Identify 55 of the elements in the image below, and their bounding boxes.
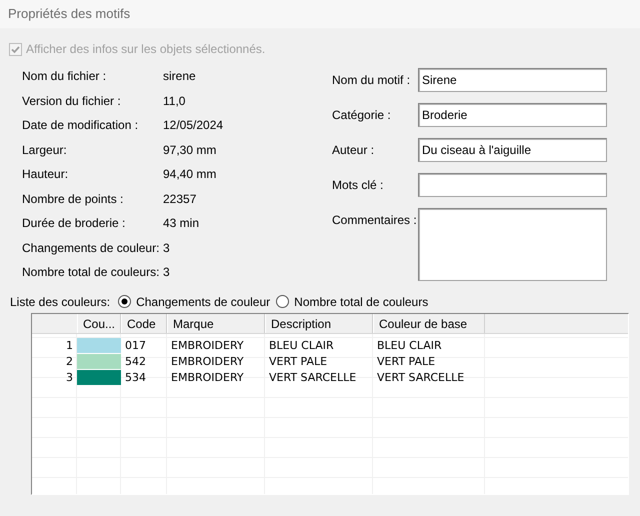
field-label: Catégorie : [332, 107, 392, 122]
info-value: 22357 [163, 192, 196, 206]
table-cell-text: 542 [124, 354, 147, 370]
checkbox-label: Afficher des infos sur les objets sélectionnés. [26, 42, 266, 56]
info-value: 94,40 mm [163, 167, 216, 182]
column-header[interactable]: Code [121, 314, 167, 332]
input-field[interactable]: Sirene [418, 68, 607, 92]
info-value: 3 [163, 265, 170, 280]
input-field[interactable]: Broderie [418, 103, 607, 127]
table-cell-text: BLEU CLAIR [268, 338, 335, 354]
table-cell-text: 534 [124, 370, 147, 386]
window-title: Propriétés des motifs [0, 0, 640, 29]
field-label: Commentaires : [332, 212, 418, 227]
table-cell-text: VERT SARCELLE [268, 370, 358, 386]
radio-label[interactable]: Changements de couleur [136, 294, 270, 308]
input-field[interactable] [418, 173, 607, 197]
color-list-label: Liste des couleurs: [10, 294, 110, 308]
row-number: 3 [65, 370, 74, 386]
info-label: Durée de broderie : [22, 216, 126, 230]
table-cell-text: VERT PALE [376, 354, 436, 370]
info-value: 97,30 mm [163, 142, 216, 157]
row-number: 2 [65, 354, 74, 370]
info-label: Changements de couleur: [22, 240, 160, 255]
radio-button[interactable] [118, 295, 132, 308]
info-label: Nombre de points : [22, 192, 124, 206]
column-header[interactable]: Cou... [77, 314, 121, 332]
info-value: 3 [163, 240, 170, 255]
table-cell-text: 017 [124, 338, 147, 354]
row-number: 1 [65, 338, 74, 354]
info-label: Date de modification : [22, 118, 140, 132]
info-value: 11,0 [163, 94, 186, 108]
info-value: 12/05/2024 [163, 118, 224, 132]
info-label: Largeur: [22, 142, 68, 157]
column-header[interactable]: Description [265, 314, 373, 332]
info-label: Version du fichier : [22, 94, 122, 108]
column-header[interactable]: Marque [167, 314, 265, 332]
field-label: Auteur : [332, 142, 376, 157]
field-label: Mots clé : [332, 177, 384, 192]
field-label: Nom du motif : [332, 72, 412, 87]
info-label: Hauteur: [22, 167, 70, 182]
info-label: Nombre total de couleurs: [22, 265, 160, 280]
table-cell-text: VERT SARCELLE [376, 370, 466, 386]
column-header[interactable]: Couleur de base [373, 314, 485, 332]
input-field[interactable]: Du ciseau à l'aiguille [418, 138, 607, 162]
radio-label[interactable]: Nombre total de couleurs [294, 294, 428, 308]
radio-button[interactable] [276, 295, 290, 308]
table-cell-text: EMBROIDERY [170, 354, 245, 370]
info-value: sirene [163, 69, 196, 84]
table-cell-text: EMBROIDERY [170, 338, 245, 354]
info-label: Nom du fichier : [22, 69, 108, 84]
info-value: 43 min [163, 216, 200, 230]
table-cell-text: BLEU CLAIR [376, 338, 443, 354]
table-cell-text: EMBROIDERY [170, 370, 245, 386]
comments-field[interactable] [418, 208, 607, 281]
table-cell-text: VERT PALE [268, 354, 328, 370]
